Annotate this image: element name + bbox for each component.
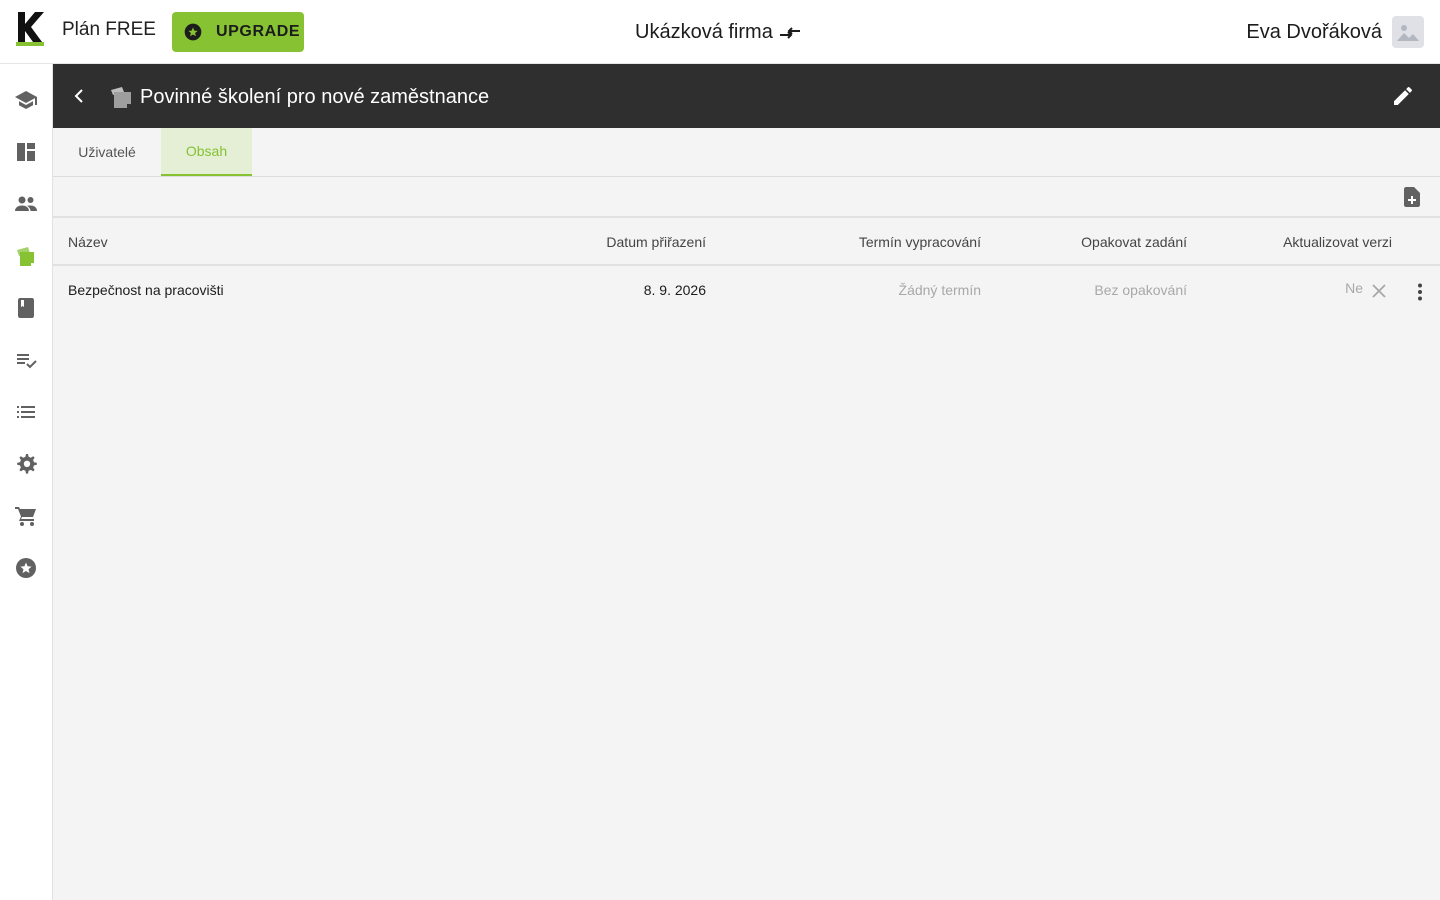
toolbar (53, 177, 1440, 218)
title-bar: Povinné školení pro nové zaměstnance (53, 64, 1440, 128)
sidebar-item-shop[interactable] (0, 490, 52, 542)
more-vert-icon[interactable] (1408, 280, 1432, 304)
row-repeat[interactable]: Bez opakování (1094, 282, 1187, 298)
sidebar-item-users[interactable] (0, 178, 52, 230)
row-name[interactable]: Bezpečnost na pracovišti (68, 282, 224, 298)
sidebar-item-dashboard[interactable] (0, 126, 52, 178)
user-name[interactable]: Eva Dvořáková (1246, 21, 1382, 44)
upgrade-button[interactable]: UPGRADE (172, 12, 304, 52)
dashboard-icon (17, 143, 35, 161)
company-name: Ukázková firma (635, 21, 773, 43)
school-icon (15, 91, 37, 109)
avatar[interactable] (1392, 16, 1424, 48)
column-header-update[interactable]: Aktualizovat verzi (1283, 234, 1392, 250)
add-document-icon[interactable] (1400, 185, 1424, 209)
tab-users[interactable]: Uživatelé (53, 128, 161, 176)
column-header-assigned[interactable]: Datum přiřazení (606, 234, 706, 250)
column-header-deadline[interactable]: Termín vypracování (859, 234, 981, 250)
playlist-check-icon (17, 354, 37, 369)
page-title: Povinné školení pro nové zaměstnance (140, 86, 490, 108)
people-icon (15, 196, 37, 211)
sidebar-item-lists[interactable] (0, 386, 52, 438)
chevron-left-icon[interactable] (67, 84, 91, 108)
row-update-version: Ne (1345, 280, 1363, 296)
star-circle-icon (184, 23, 202, 41)
cart-icon (15, 507, 36, 526)
row-deadline[interactable]: Žádný termín (899, 282, 981, 298)
sidebar (0, 64, 53, 900)
top-bar: Plán FREE UPGRADE Ukázková firma Eva Dvo… (0, 0, 1440, 64)
sidebar-item-education[interactable] (0, 74, 52, 126)
list-icon (17, 406, 35, 418)
sidebar-item-library[interactable] (0, 282, 52, 334)
sidebar-item-tests[interactable] (0, 334, 52, 386)
gear-icon (17, 454, 37, 474)
close-icon[interactable] (1370, 282, 1388, 300)
courses-icon (17, 247, 34, 266)
sidebar-item-premium[interactable] (0, 542, 52, 594)
swap-arrows-icon (779, 26, 800, 39)
company-switcher[interactable]: Ukázková firma (635, 21, 802, 44)
book-icon (18, 298, 34, 318)
row-assigned-date: 8. 9. 2026 (643, 282, 706, 298)
app-logo[interactable] (14, 10, 48, 46)
table-row[interactable]: Bezpečnost na pracovišti 8. 9. 2026 Žádn… (53, 267, 1440, 314)
image-placeholder-icon (1397, 25, 1419, 41)
plan-label: Plán FREE (62, 19, 156, 40)
tab-content[interactable]: Obsah (161, 128, 252, 176)
upgrade-label: UPGRADE (216, 23, 301, 40)
sidebar-item-courses[interactable] (0, 230, 52, 282)
sidebar-item-settings[interactable] (0, 438, 52, 490)
star-circle-icon (16, 558, 36, 578)
column-header-repeat[interactable]: Opakovat zadání (1081, 234, 1187, 250)
column-header-name[interactable]: Název (68, 234, 108, 250)
pencil-icon[interactable] (1391, 84, 1415, 108)
course-icon (111, 87, 131, 108)
main-content: Povinné školení pro nové zaměstnance Uži… (53, 64, 1440, 900)
tabs: Uživatelé Obsah (53, 128, 1440, 177)
table-header: Název Datum přiřazení Termín vypracování… (53, 220, 1440, 266)
